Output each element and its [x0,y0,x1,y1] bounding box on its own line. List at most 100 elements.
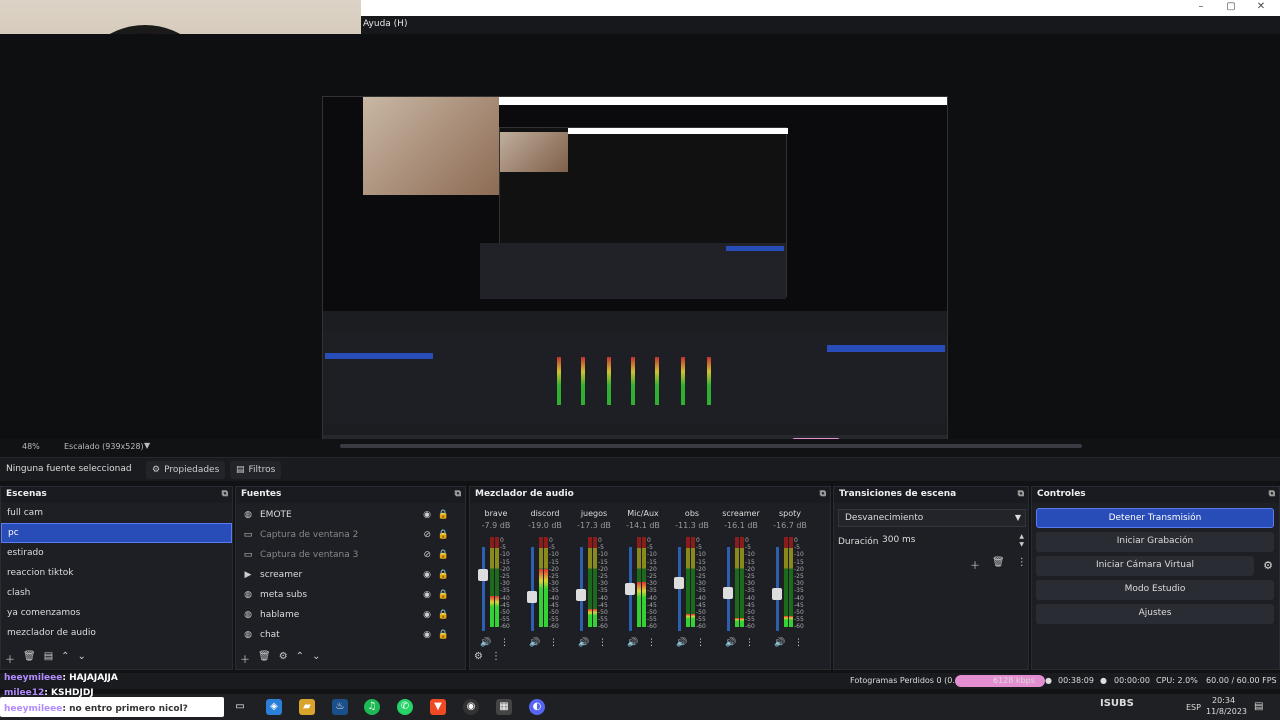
scale-dropdown-icon[interactable]: ▼ [144,441,150,450]
source-item[interactable]: ▶ screamer ◉ 🔒 [236,565,465,585]
visibility-icon[interactable]: ◉ [423,610,431,620]
settings-button[interactable]: Ajustes [1036,604,1274,624]
move-up-icon[interactable]: ⌃ [61,651,69,665]
start-icon[interactable]: ⊞ [4,699,20,715]
status-bar: Fotogramas Perdidos 0 (0.0%) 6128 kbps ●… [0,673,1280,689]
add-transition-icon[interactable]: ＋ [970,557,980,572]
undock-icon[interactable]: ⧉ [1269,489,1275,499]
scene-item[interactable]: mezclador de audio [1,623,232,643]
duration-input[interactable]: 300 ms [878,532,1026,550]
studio-mode-button[interactable]: Modo Estudio [1036,580,1274,600]
zoom-level[interactable]: 48% [22,442,40,451]
notifications-icon[interactable]: ▤ [1254,701,1263,712]
source-item[interactable]: ▭ Captura de ventana 2 ⊘ 🔒 [236,525,465,545]
transition-select[interactable]: Desvanecimiento ▼ [838,509,1026,527]
steam-icon[interactable]: ♨ [332,699,348,715]
file-explorer-icon[interactable]: ▰ [299,699,315,715]
search-box[interactable]: Buscar [60,703,87,712]
move-down-icon[interactable]: ⌄ [312,651,320,665]
app-icon[interactable]: ▦ [496,699,512,715]
scene-item[interactable]: estirado [1,543,232,563]
meter-tick: -10 [500,551,510,559]
lock-icon[interactable]: 🔒 [438,530,449,540]
volume-fader-track[interactable] [531,547,534,631]
close-button[interactable]: ✕ [1249,1,1273,12]
level-meter [637,537,641,627]
move-up-icon[interactable]: ⌃ [296,651,304,665]
minimize-button[interactable]: – [1189,1,1213,12]
add-source-icon[interactable]: ＋ [240,651,250,666]
mixer-more-icon[interactable]: ⋮ [491,651,501,665]
scene-item[interactable]: ya comenzamos [1,603,232,623]
source-item[interactable]: ▭ Captura de ventana 3 ⊘ 🔒 [236,545,465,565]
lock-icon[interactable]: 🔒 [438,550,449,560]
undock-icon[interactable]: ⧉ [1018,489,1024,499]
remove-transition-icon[interactable]: 🗑 [992,557,1005,572]
scene-item[interactable]: clash [1,583,232,603]
mixer-settings-icon[interactable]: ⚙ [474,651,483,665]
move-down-icon[interactable]: ⌄ [78,651,86,665]
visibility-icon[interactable]: ⊘ [423,550,431,560]
task-view-icon[interactable]: ▭ [232,699,248,715]
lock-icon[interactable]: 🔒 [438,570,449,580]
lock-icon[interactable]: 🔒 [438,630,449,640]
menu-help[interactable]: Ayuda (H) [363,19,407,29]
channel-db: -7.9 dB [481,521,511,530]
volume-fader-handle[interactable] [772,587,782,600]
copilot-icon[interactable]: ◈ [266,699,282,715]
volume-fader-handle[interactable] [625,583,635,595]
remove-scene-icon[interactable]: 🗑 [23,651,36,665]
visibility-icon[interactable]: ◉ [423,570,431,580]
meter-tick: -45 [598,601,608,609]
lock-icon[interactable]: 🔒 [438,610,449,620]
volume-fader-handle[interactable] [674,577,684,590]
visibility-icon[interactable]: ⊘ [423,530,431,540]
duration-stepper[interactable]: ▲ ▼ [1019,533,1024,549]
visibility-icon[interactable]: ◉ [423,510,431,520]
source-item[interactable]: ◍ meta subs ◉ 🔒 [236,585,465,605]
virtual-camera-settings-icon[interactable]: ⚙ [1263,559,1273,572]
lock-icon[interactable]: 🔒 [438,510,449,520]
start-recording-button[interactable]: Iniciar Grabación [1036,532,1274,552]
source-properties-icon[interactable]: ⚙ [279,651,288,665]
start-virtual-camera-button[interactable]: Iniciar Cámara Virtual [1036,556,1254,576]
scale-label[interactable]: Escalado (939x528) [64,442,144,451]
scene-item[interactable]: pc [1,523,232,543]
undock-icon[interactable]: ⧉ [455,489,461,499]
volume-fader-handle[interactable] [723,587,733,599]
language-indicator[interactable]: ESP [1186,703,1201,712]
volume-fader-handle[interactable] [478,569,488,582]
visibility-icon[interactable]: ◉ [423,590,431,600]
lock-icon[interactable]: 🔒 [438,590,449,600]
transition-more-icon[interactable]: ⋮ [1017,557,1027,572]
volume-fader-handle[interactable] [527,591,537,603]
clock-time[interactable]: 20:34 [1212,696,1235,705]
preview-canvas[interactable] [0,34,1280,449]
meter-tick: -55 [500,616,510,624]
visibility-icon[interactable]: ◉ [423,630,431,640]
scene-item[interactable]: reaccion tiktok [1,563,232,583]
undock-icon[interactable]: ⧉ [820,489,826,499]
meter-tick: -50 [500,609,510,617]
volume-fader-track[interactable] [482,547,485,631]
discord-icon[interactable]: ◐ [529,699,545,715]
clock-date[interactable]: 11/8/2023 [1206,707,1247,716]
obs-icon[interactable]: ◉ [463,699,479,715]
undock-icon[interactable]: ⧉ [222,489,228,499]
brave-icon[interactable]: ▼ [430,699,446,715]
filters-button[interactable]: ▤ Filtros [230,461,282,479]
whatsapp-icon[interactable]: ✆ [397,699,413,715]
source-item[interactable]: ◍ chat ◉ 🔒 [236,625,465,645]
source-item[interactable]: ◍ EMOTE ◉ 🔒 [236,505,465,525]
preview-horizontal-scrollbar[interactable] [340,444,1082,448]
volume-fader-handle[interactable] [576,588,586,601]
remove-source-icon[interactable]: 🗑 [258,651,271,665]
add-scene-icon[interactable]: ＋ [5,651,15,666]
maximize-button[interactable]: ▢ [1219,1,1243,12]
spotify-icon[interactable]: ♫ [364,699,380,715]
scene-item[interactable]: full cam [1,503,232,523]
scene-filters-icon[interactable]: ▤ [44,651,53,665]
properties-button[interactable]: ⚙ Propiedades [146,461,226,479]
stop-stream-button[interactable]: Detener Transmisión [1036,508,1274,528]
source-item[interactable]: ◍ hablame ◉ 🔒 [236,605,465,625]
